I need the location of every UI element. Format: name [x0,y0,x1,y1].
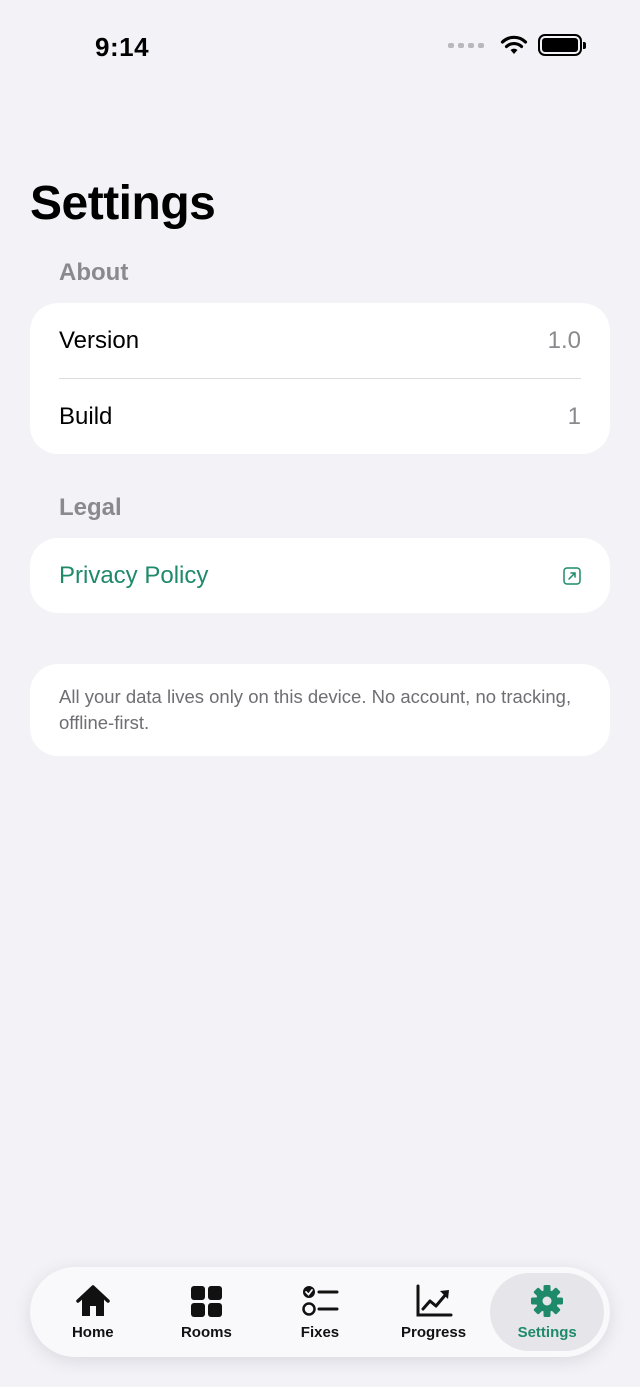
tab-home[interactable]: Home [36,1273,150,1351]
tab-fixes[interactable]: Fixes [263,1273,377,1351]
page-title: Settings [30,177,216,230]
privacy-info-text: All your data lives only on this device.… [59,686,572,733]
version-row: Version 1.0 [30,303,610,378]
about-section-header: About [59,259,129,286]
battery-icon [538,34,586,56]
build-label: Build [59,402,113,430]
status-time: 9:14 [95,32,150,62]
privacy-policy-link[interactable]: Privacy Policy [30,538,610,613]
version-value: 1.0 [547,326,581,354]
grid-icon [191,1285,223,1317]
tab-rooms[interactable]: Rooms [150,1273,264,1351]
external-link-icon [563,566,581,585]
house-icon [76,1284,110,1316]
status-indicators [448,34,586,56]
checklist-icon [302,1285,339,1316]
build-row: Build 1 [30,379,610,454]
gear-icon [531,1284,564,1317]
tab-rooms-label: Rooms [180,1323,232,1341]
legal-card: Privacy Policy [30,538,610,613]
tab-settings-label: Settings [517,1323,577,1341]
chart-icon [416,1284,453,1316]
legal-section-header: Legal [59,494,122,521]
settings-screen: 9:14 Settings About Version 1.0 Build 1 … [0,0,640,1387]
tab-settings[interactable]: Settings [490,1273,604,1351]
cellular-signal-icon [448,42,484,48]
privacy-policy-label: Privacy Policy [59,561,209,589]
tab-progress-label: Progress [401,1323,467,1341]
tab-bar: Home Rooms Fixes Progress Settings [30,1267,610,1357]
version-label: Version [59,326,140,354]
about-card: Version 1.0 Build 1 [30,303,610,454]
tab-home-label: Home [71,1323,114,1341]
wifi-icon [500,35,528,54]
privacy-info-card: All your data lives only on this device.… [30,664,610,756]
build-value: 1 [567,402,581,430]
tab-progress[interactable]: Progress [377,1273,491,1351]
tab-fixes-label: Fixes [300,1323,340,1341]
